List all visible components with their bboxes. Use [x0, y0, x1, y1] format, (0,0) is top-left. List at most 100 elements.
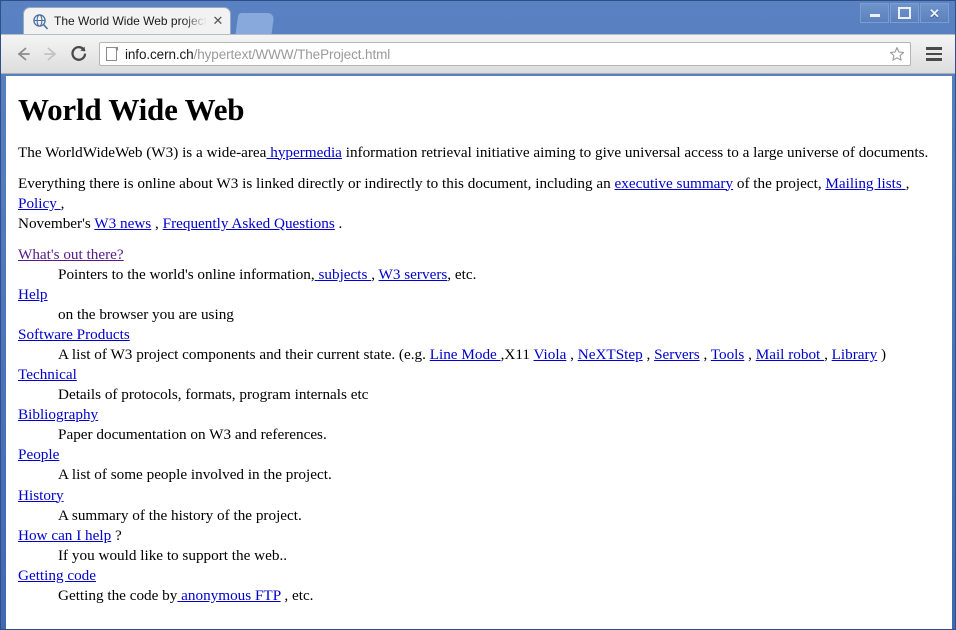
intro-paragraph: The WorldWideWeb (W3) is a wide-area hyp… [18, 143, 942, 163]
description-text: Pointers to the world's online informati… [58, 265, 315, 283]
browser-tab[interactable]: The World Wide Web project ✕ [23, 7, 231, 34]
description-text: ,X11 [500, 346, 534, 364]
section-term: History [18, 486, 942, 506]
back-arrow-icon [18, 47, 30, 61]
page-viewport: World Wide Web The WorldWideWeb (W3) is … [6, 76, 952, 629]
link-hypermedia[interactable]: hypermedia [266, 144, 342, 161]
section-term: People [18, 445, 942, 465]
link-technical[interactable]: Technical [18, 366, 77, 383]
section-description: Details of protocols, formats, program i… [58, 385, 942, 405]
window-controls: ✕ [860, 3, 949, 23]
globe-favicon [32, 13, 49, 30]
link-bibliography[interactable]: Bibliography [18, 406, 98, 423]
description-text: Details of protocols, formats, program i… [58, 386, 369, 404]
page-icon [106, 46, 119, 62]
description-text: on the browser you are using [58, 305, 234, 323]
section-description: A list of some people involved in the pr… [58, 465, 942, 485]
reload-button[interactable] [65, 40, 93, 68]
link-w3-servers[interactable]: W3 servers [379, 266, 448, 283]
description-text: , [566, 346, 578, 364]
description-text: , [642, 346, 655, 364]
intro-text-post: information retrieval initiative aiming … [341, 143, 929, 161]
tab-strip: The World Wide Web project ✕ ✕ [1, 1, 955, 34]
link-line-mode[interactable]: Line Mode [430, 346, 501, 363]
overview-text-2: of the project, [733, 174, 826, 192]
link-mail-robot[interactable]: Mail robot [756, 346, 824, 363]
close-icon[interactable]: ✕ [210, 13, 226, 29]
description-text: A summary of the history of the project. [58, 506, 302, 524]
description-text: Getting the code by [58, 586, 178, 604]
description-text: , etc. [280, 586, 314, 604]
description-text: A list of some people involved in the pr… [58, 466, 332, 484]
description-text: Paper documentation on W3 and references… [58, 426, 327, 444]
link-nextstep[interactable]: NeXTStep [578, 346, 643, 363]
close-window-button[interactable]: ✕ [920, 3, 949, 23]
maximize-icon [898, 7, 911, 19]
menu-button[interactable] [921, 41, 947, 67]
overview-text-7: . [334, 214, 343, 232]
web-page-content: World Wide Web The WorldWideWeb (W3) is … [6, 76, 952, 606]
link-mailing-lists[interactable]: Mailing lists [825, 175, 905, 192]
overview-text-6: , [151, 214, 163, 232]
section-term: What's out there? [18, 245, 942, 265]
description-text: , [824, 346, 832, 364]
hamburger-icon-line [926, 52, 942, 56]
section-description: If you would like to support the web.. [58, 546, 942, 566]
minimize-button[interactable] [860, 3, 889, 23]
minimize-icon [869, 14, 880, 17]
reload-icon [71, 46, 87, 61]
address-bar[interactable]: info.cern.ch/hypertext/WWW/TheProject.ht… [99, 42, 911, 66]
browser-toolbar: info.cern.ch/hypertext/WWW/TheProject.ht… [1, 34, 955, 74]
link-policy[interactable]: Policy [18, 195, 61, 212]
back-button[interactable] [9, 40, 37, 68]
link-getting-code[interactable]: Getting code [18, 567, 96, 584]
link-servers[interactable]: Servers [654, 346, 700, 363]
link-history[interactable]: History [18, 487, 64, 504]
description-text: ) [877, 346, 887, 364]
section-term: Getting code [18, 566, 942, 586]
forward-arrow-icon [44, 47, 56, 61]
description-text: , [371, 265, 379, 283]
overview-text-3: , [905, 174, 910, 192]
overview-text-4: , [60, 194, 65, 212]
link-subjects[interactable]: subjects [315, 266, 372, 283]
description-text: , [699, 346, 711, 364]
link-w3-news[interactable]: W3 news [94, 215, 151, 232]
link-anonymous-ftp[interactable]: anonymous FTP [177, 587, 280, 604]
section-description: on the browser you are using [58, 305, 942, 325]
hamburger-icon-line [926, 47, 942, 50]
page-title: World Wide Web [18, 92, 245, 127]
link-library[interactable]: Library [832, 346, 878, 363]
tab-title: The World Wide Web project [54, 14, 207, 28]
section-description: Pointers to the world's online informati… [58, 265, 942, 285]
section-term-suffix: ? [111, 526, 122, 544]
url-path: /hypertext/WWW/TheProject.html [193, 46, 391, 62]
section-term: Software Products [18, 325, 942, 345]
new-tab-button[interactable] [235, 13, 275, 34]
section-term: Bibliography [18, 405, 942, 425]
url-host: info.cern.ch [125, 46, 194, 62]
description-text: If you would like to support the web.. [58, 546, 288, 564]
link-viola[interactable]: Viola [534, 346, 567, 363]
link-frequently-asked-questions[interactable]: Frequently Asked Questions [163, 215, 335, 232]
overview-text-5: November's [18, 214, 95, 232]
section-term: Help [18, 285, 942, 305]
link-executive-summary[interactable]: executive summary [615, 175, 734, 192]
section-description: Paper documentation on W3 and references… [58, 425, 942, 445]
section-description: A list of W3 project components and thei… [58, 345, 942, 365]
link-help[interactable]: Help [18, 286, 48, 303]
browser-window: The World Wide Web project ✕ ✕ info.cern… [0, 0, 956, 630]
bookmark-star-icon[interactable] [888, 45, 906, 63]
section-term: How can I help ? [18, 526, 942, 546]
forward-button[interactable] [37, 40, 65, 68]
link-what-s-out-there[interactable]: What's out there? [18, 246, 124, 263]
overview-text-1: Everything there is online about W3 is l… [18, 174, 615, 192]
maximize-button[interactable] [890, 3, 919, 23]
link-software-products[interactable]: Software Products [18, 326, 130, 343]
link-tools[interactable]: Tools [711, 346, 745, 363]
link-people[interactable]: People [18, 446, 59, 463]
section-term: Technical [18, 365, 942, 385]
url-text: info.cern.ch/hypertext/WWW/TheProject.ht… [125, 47, 884, 62]
section-description: A summary of the history of the project. [58, 506, 942, 526]
link-how-can-i-help[interactable]: How can I help [18, 527, 111, 544]
